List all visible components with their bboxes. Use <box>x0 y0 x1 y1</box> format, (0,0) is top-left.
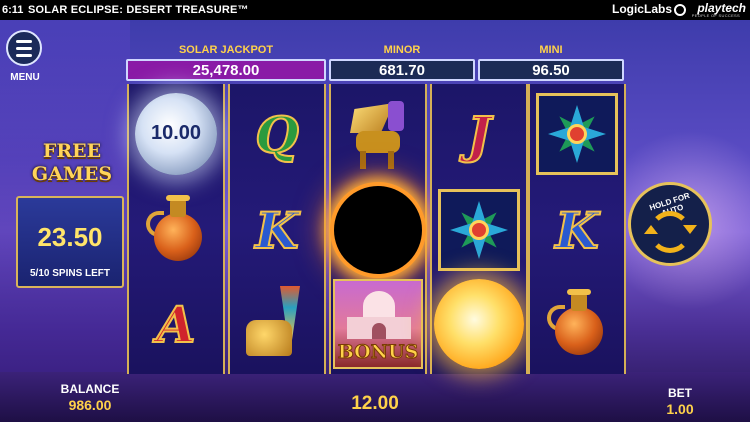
star-tile-symbol <box>432 182 526 278</box>
status-bar: 6:11 SOLAR ECLIPSE: DESERT TREASURE™ Log… <box>0 0 750 20</box>
moon-value: 10.00 <box>150 122 202 144</box>
letter-a-symbol: A <box>129 276 223 372</box>
jackpot-minor-value: 681.70 <box>329 59 475 81</box>
lamassu-icon <box>342 97 414 171</box>
horn-sphinx-icon <box>242 286 312 362</box>
jackpot-mini-value: 96.50 <box>478 59 624 81</box>
moon-symbol: 10.00 <box>129 86 223 182</box>
free-games-title-line2: GAMES <box>31 163 113 185</box>
jackpot-minor: MINOR 681.70 <box>329 44 475 84</box>
vase-symbol <box>530 276 624 372</box>
vase-icon <box>547 289 607 359</box>
playtech-tagline: PEOPLE OF SUCCESS <box>691 13 740 18</box>
menu-label[interactable]: MENU <box>6 72 44 83</box>
rotate-arrow-down-icon <box>683 225 697 234</box>
sun-icon <box>434 279 524 369</box>
star-tile-symbol <box>530 86 624 182</box>
hamburger-icon <box>16 39 32 43</box>
star-tile-icon <box>438 189 520 271</box>
hamburger-icon-bar <box>16 46 32 50</box>
free-games-win: 23.50 <box>37 222 103 252</box>
jackpot-solar-label: SOLAR JACKPOT <box>178 44 274 56</box>
reel-4: J <box>430 84 528 374</box>
bonus-symbol: BONUS <box>331 276 425 372</box>
game-title: SOLAR ECLIPSE: DESERT TREASURE™ <box>28 4 249 16</box>
taj-mahal-icon: BONUS <box>333 279 423 369</box>
free-games-panel: 23.50 5/10 SPINS LEFT <box>16 196 124 288</box>
vase-symbol <box>129 182 223 278</box>
horn-sphinx-symbol <box>230 276 324 372</box>
star-tile-icon <box>536 93 618 175</box>
bet-value[interactable]: 1.00 <box>650 401 710 417</box>
win-value: 12.00 <box>351 393 399 414</box>
lamassu-symbol <box>331 86 425 182</box>
bet-label[interactable]: BET <box>650 386 710 400</box>
hold-for-auto-button[interactable]: HOLD FOR AUTO <box>628 182 712 266</box>
reel-5: K <box>528 84 626 374</box>
logiclabs-logo: LogicLabs <box>611 2 672 16</box>
jackpot-minor-label: MINOR <box>383 44 421 56</box>
eclipse-icon <box>334 186 422 274</box>
letter-q: Q <box>254 104 300 165</box>
reel-1: 10.00 A <box>127 84 225 374</box>
vase-icon <box>146 195 206 265</box>
free-games-title: FREE GAMES <box>20 140 124 186</box>
balance-label: BALANCE <box>60 382 120 396</box>
playtech-logo-icon <box>674 4 686 16</box>
letter-k-symbol: K <box>530 182 624 278</box>
eclipse-symbol <box>331 182 425 278</box>
menu-button[interactable] <box>6 30 42 66</box>
bonus-label: BONUS <box>337 341 419 364</box>
reel-2: Q K <box>228 84 326 374</box>
sun-symbol <box>432 276 526 372</box>
letter-k: K <box>254 200 299 261</box>
letter-j-symbol: J <box>432 86 526 182</box>
jackpot-solar-value: 25,478.00 <box>126 59 326 81</box>
letter-k-symbol: K <box>230 182 324 278</box>
moon-icon: 10.00 <box>135 93 217 175</box>
letter-a: A <box>156 294 197 355</box>
letter-q-symbol: Q <box>230 86 324 182</box>
jackpot-mini-label: MINI <box>539 44 563 56</box>
spins-left: 5/10 SPINS LEFT <box>29 268 111 279</box>
hamburger-icon-bar <box>16 53 32 57</box>
jackpot-solar: SOLAR JACKPOT 25,478.00 <box>126 44 326 84</box>
letter-k: K <box>554 200 599 261</box>
rotate-arrow-up-icon <box>644 225 658 234</box>
clock: 6:11 <box>2 4 24 16</box>
free-games-title-line1: FREE <box>42 140 102 162</box>
balance-value: 986.00 <box>68 397 112 413</box>
jackpot-mini: MINI 96.50 <box>478 44 624 84</box>
reel-3: BONUS <box>329 84 427 374</box>
letter-j: J <box>466 104 492 165</box>
